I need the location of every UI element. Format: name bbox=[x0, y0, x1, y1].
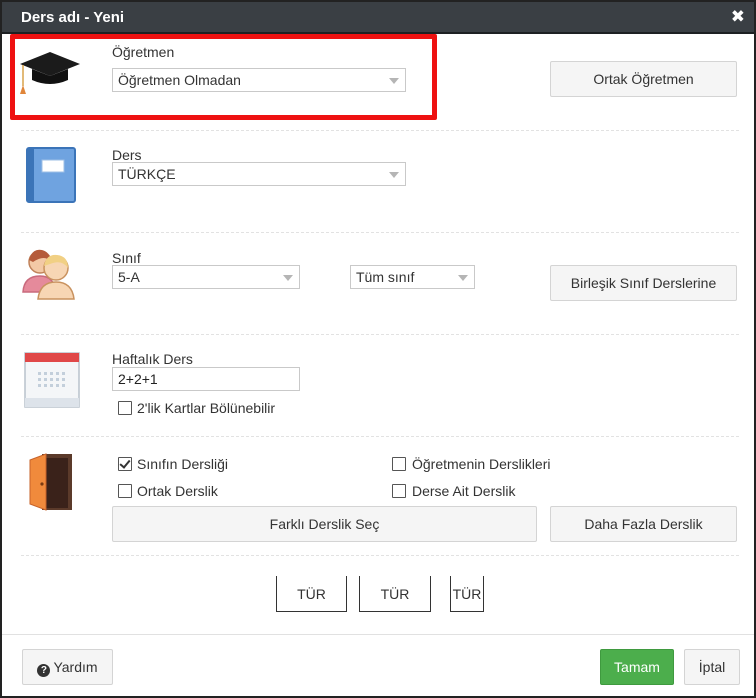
course-select-value: TÜRKÇE bbox=[118, 166, 176, 182]
weekly-label: Haftalık Ders bbox=[112, 351, 193, 367]
calendar-icon bbox=[24, 352, 80, 408]
divider bbox=[21, 436, 739, 437]
divider bbox=[21, 130, 739, 131]
select-other-room-button[interactable]: Farklı Derslik Seç bbox=[112, 506, 537, 542]
book-icon bbox=[26, 147, 76, 203]
teacher-select-value: Öğretmen Olmadan bbox=[118, 72, 241, 88]
dialog-title: Ders adı - Yeni bbox=[21, 9, 125, 26]
more-rooms-button[interactable]: Daha Fazla Derslik bbox=[550, 506, 737, 542]
footer-divider bbox=[2, 634, 754, 635]
type-button-3[interactable]: TÜR bbox=[450, 576, 484, 612]
help-label: Yardım bbox=[53, 659, 98, 675]
teacher-rooms-label: Öğretmenin Derslikleri bbox=[412, 456, 551, 472]
class-label: Sınıf bbox=[112, 250, 141, 266]
lesson-dialog: Ders adı - Yeni ✖ Öğretmen Öğretmen Olma… bbox=[0, 0, 756, 698]
help-button[interactable]: ? Yardım bbox=[22, 649, 113, 685]
chevron-down-icon bbox=[389, 172, 399, 178]
shared-room-label: Ortak Derslik bbox=[137, 483, 218, 499]
class-select[interactable]: 5-A bbox=[112, 265, 300, 289]
graduation-cap-icon bbox=[20, 52, 80, 94]
class-select-value: 5-A bbox=[118, 269, 140, 285]
course-room-checkbox[interactable] bbox=[392, 484, 406, 498]
class-group-select[interactable]: Tüm sınıf bbox=[350, 265, 475, 289]
teacher-rooms-checkbox[interactable] bbox=[392, 457, 406, 471]
course-room-label: Derse Ait Derslik bbox=[412, 483, 516, 499]
ok-button[interactable]: Tamam bbox=[600, 649, 674, 685]
divider bbox=[21, 232, 739, 233]
teacher-label: Öğretmen bbox=[112, 44, 175, 60]
close-icon[interactable]: ✖ bbox=[731, 8, 745, 26]
shared-room-checkbox[interactable] bbox=[118, 484, 132, 498]
teacher-select[interactable]: Öğretmen Olmadan bbox=[112, 68, 406, 92]
shared-teacher-button[interactable]: Ortak Öğretmen bbox=[550, 61, 737, 97]
split-cards-label: 2'lik Kartlar Bölünebilir bbox=[137, 400, 276, 416]
class-group-select-value: Tüm sınıf bbox=[356, 269, 415, 285]
combined-class-button[interactable]: Birleşik Sınıf Derslerine bbox=[550, 265, 737, 301]
split-cards-checkbox[interactable] bbox=[118, 401, 132, 415]
class-room-checkbox[interactable] bbox=[118, 457, 132, 471]
type-button-1[interactable]: TÜR bbox=[276, 576, 347, 612]
users-icon bbox=[22, 249, 75, 300]
chevron-down-icon bbox=[389, 78, 399, 84]
chevron-down-icon bbox=[283, 275, 293, 281]
weekly-hours-input[interactable]: 2+2+1 bbox=[112, 367, 300, 391]
question-circle-icon: ? bbox=[37, 664, 51, 677]
course-select[interactable]: TÜRKÇE bbox=[112, 162, 406, 186]
course-label: Ders bbox=[112, 147, 142, 163]
cancel-button[interactable]: İptal bbox=[684, 649, 740, 685]
divider bbox=[21, 334, 739, 335]
door-icon bbox=[29, 453, 72, 511]
class-room-label: Sınıfın Dersliği bbox=[137, 456, 229, 472]
type-button-2[interactable]: TÜR bbox=[359, 576, 431, 612]
title-bar: Ders adı - Yeni ✖ bbox=[2, 2, 754, 34]
chevron-down-icon bbox=[458, 275, 468, 281]
divider bbox=[21, 555, 739, 556]
